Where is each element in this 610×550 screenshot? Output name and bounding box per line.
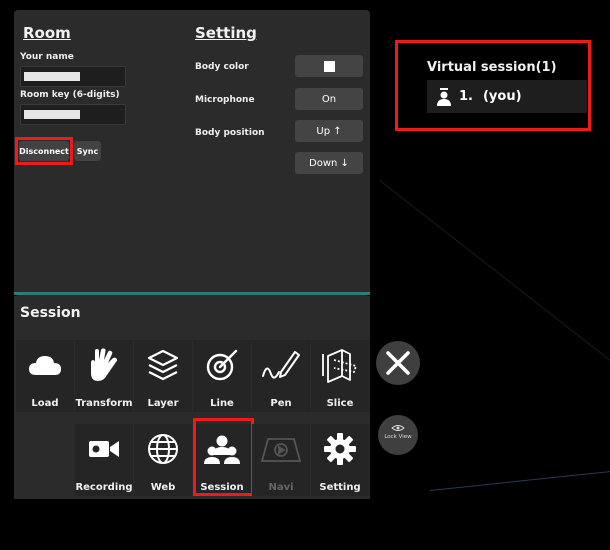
globe-icon: [134, 430, 192, 468]
session-highlight: [193, 418, 254, 496]
sync-button[interactable]: Sync: [74, 141, 101, 161]
your-name-label: Your name: [20, 52, 74, 62]
your-name-input[interactable]: [20, 66, 126, 87]
slice-icon: [311, 346, 369, 384]
layers-icon: [134, 346, 192, 384]
room-key-input[interactable]: [20, 104, 126, 125]
close-icon: [386, 351, 410, 375]
gear-icon: [311, 430, 369, 468]
microphone-label: Microphone: [195, 95, 255, 105]
navi-icon: [252, 430, 310, 468]
room-title: Room: [23, 24, 71, 42]
user-icon: [437, 87, 451, 106]
line-target-icon: [193, 346, 251, 384]
member-name: (you): [482, 89, 522, 104]
navi-tool-button[interactable]: Navi: [252, 424, 310, 496]
recording-tool-button[interactable]: Recording: [75, 424, 133, 496]
body-color-button[interactable]: [295, 55, 363, 77]
setting-tool-button[interactable]: Setting: [311, 424, 369, 496]
cloud-icon: [16, 346, 74, 384]
color-swatch: [323, 60, 335, 72]
body-up-button[interactable]: Up ↑: [295, 120, 363, 142]
web-tool-button[interactable]: Web: [134, 424, 192, 496]
setting-title: Setting: [195, 24, 257, 42]
body-color-label: Body color: [195, 62, 249, 72]
eye-icon: [391, 425, 405, 431]
disconnect-highlight: [15, 137, 73, 165]
session-title: Session: [20, 305, 81, 321]
lock-view-button[interactable]: Lock View: [378, 415, 418, 455]
line-tool-button[interactable]: Line: [193, 340, 251, 412]
layer-tool-button[interactable]: Layer: [134, 340, 192, 412]
list-item: 1. (you): [427, 80, 587, 113]
hand-icon: [75, 346, 133, 384]
virtual-session-title: Virtual session(1): [427, 60, 557, 75]
room-key-label: Room key (6-digits): [20, 90, 120, 100]
load-tool-button[interactable]: Load: [16, 340, 74, 412]
panel-divider: [14, 292, 370, 295]
body-down-button[interactable]: Down ↓: [295, 152, 363, 174]
video-camera-icon: [75, 430, 133, 468]
body-position-label: Body position: [195, 128, 265, 138]
microphone-toggle[interactable]: On: [295, 88, 363, 110]
slice-tool-button[interactable]: Slice: [311, 340, 369, 412]
pen-tool-button[interactable]: Pen: [252, 340, 310, 412]
member-index: 1.: [459, 89, 473, 104]
lock-view-label: Lock View: [384, 434, 412, 440]
transform-tool-button[interactable]: Transform: [75, 340, 133, 412]
close-button[interactable]: [376, 341, 420, 385]
pen-icon: [252, 346, 310, 384]
